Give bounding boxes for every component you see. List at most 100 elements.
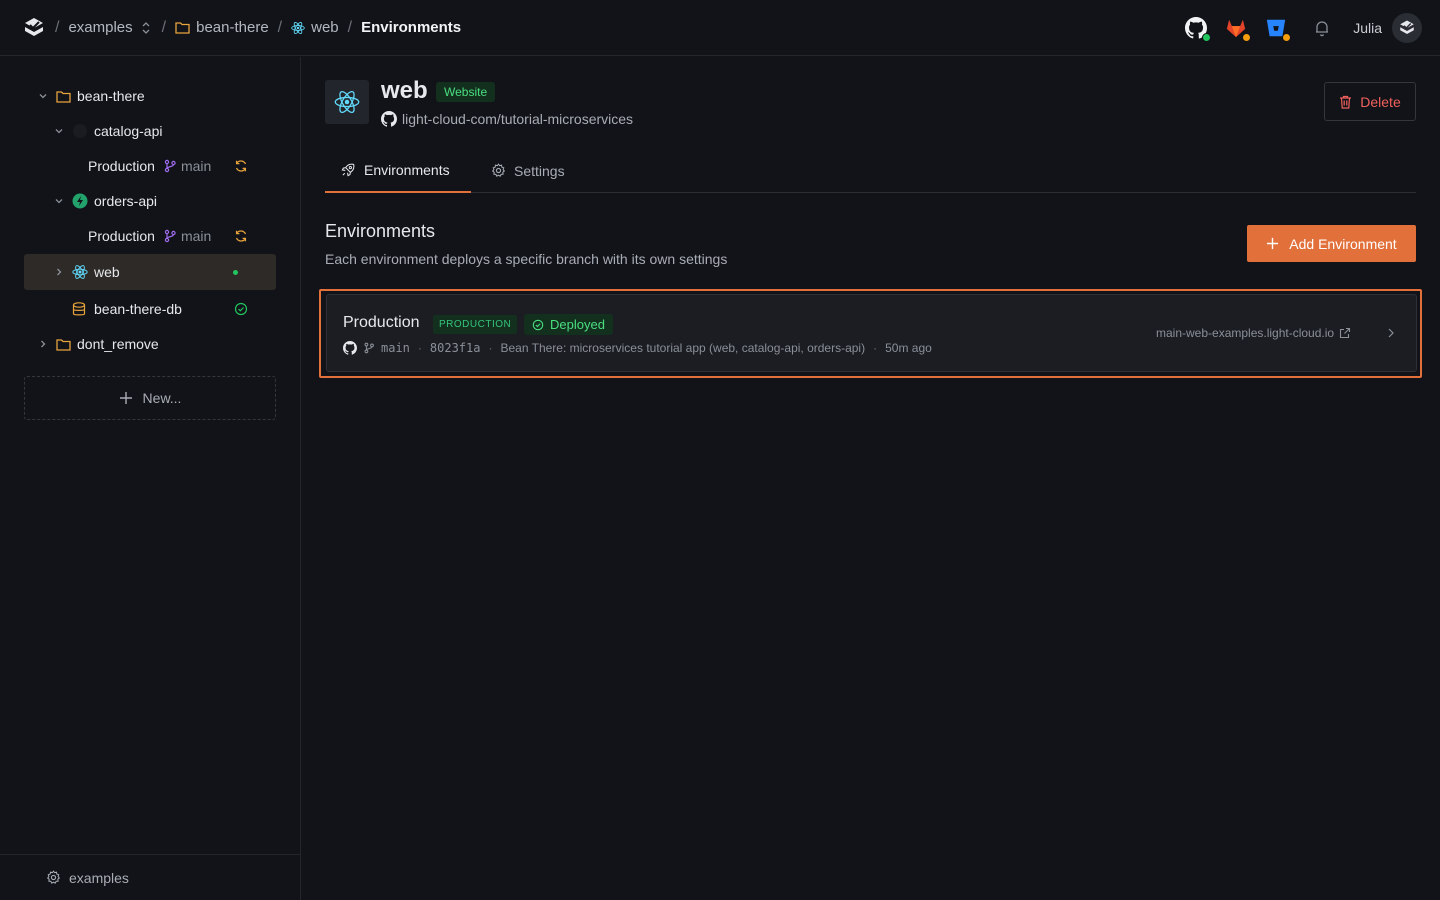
tree-item-catalog-production[interactable]: Production main bbox=[24, 148, 276, 184]
tree-item-label: bean-there bbox=[77, 88, 145, 104]
gear-icon bbox=[46, 870, 61, 885]
tree-item-project-bean-there[interactable]: bean-there bbox=[24, 78, 276, 114]
service-title: web bbox=[381, 77, 428, 104]
delete-button[interactable]: Delete bbox=[1324, 82, 1416, 121]
add-environment-button[interactable]: Add Environment bbox=[1247, 225, 1416, 262]
deploy-time: 50m ago bbox=[885, 341, 932, 355]
tree-item-label: dont_remove bbox=[77, 336, 159, 352]
react-icon bbox=[334, 89, 360, 115]
sidebar: bean-there catalog-api Production main o… bbox=[0, 57, 301, 900]
environment-url: main-web-examples.light-cloud.io bbox=[1156, 326, 1335, 340]
service-type-badge: Website bbox=[436, 82, 496, 102]
bitbucket-provider-button[interactable] bbox=[1265, 17, 1292, 42]
environment-card[interactable]: Production PRODUCTION Deployed main · 80… bbox=[326, 294, 1417, 372]
breadcrumb-separator: / bbox=[161, 18, 167, 36]
rocket-icon bbox=[341, 162, 356, 177]
organization-settings-link[interactable]: examples bbox=[0, 854, 300, 900]
bell-icon[interactable] bbox=[1313, 19, 1331, 37]
react-icon bbox=[72, 264, 88, 280]
top-bar: / examples / bean-there / web / Environm… bbox=[0, 0, 1440, 56]
connected-status-dot bbox=[1202, 33, 1212, 42]
main-content: web Website light-cloud-com/tutorial-mic… bbox=[301, 57, 1440, 900]
meta-separator: · bbox=[488, 341, 493, 355]
git-branch-icon bbox=[363, 342, 375, 354]
tab-label: Settings bbox=[514, 162, 565, 179]
tree-item-orders-production[interactable]: Production main bbox=[24, 218, 276, 254]
folder-icon bbox=[175, 21, 190, 34]
breadcrumb-separator: / bbox=[277, 18, 283, 36]
tree-item-label: orders-api bbox=[94, 193, 158, 209]
tree-item-project-dont-remove[interactable]: dont_remove bbox=[24, 326, 276, 362]
building-status-icon bbox=[234, 159, 248, 173]
tree-item-label: bean-there-db bbox=[94, 301, 182, 317]
service-avatar bbox=[325, 80, 369, 124]
github-icon bbox=[343, 341, 357, 355]
tree-item-bean-there-db[interactable]: bean-there-db bbox=[24, 291, 276, 327]
tab-settings[interactable]: Settings bbox=[475, 148, 581, 193]
chevron-down-icon[interactable] bbox=[52, 194, 66, 208]
branch: main bbox=[163, 158, 211, 174]
branch: main bbox=[163, 228, 211, 244]
new-button[interactable]: New... bbox=[24, 376, 276, 420]
gear-icon bbox=[491, 163, 506, 178]
branch-name: main bbox=[180, 158, 212, 174]
environment-url-link[interactable]: main-web-examples.light-cloud.io bbox=[1156, 326, 1351, 340]
tree-item-label: catalog-api bbox=[94, 123, 163, 139]
environment-name: Production bbox=[343, 314, 420, 331]
building-status-icon bbox=[234, 229, 248, 243]
service-icon bbox=[72, 123, 88, 139]
breadcrumb-org-switcher[interactable]: examples bbox=[68, 19, 152, 36]
check-circle-icon bbox=[532, 319, 544, 331]
tab-bar: Environments Settings bbox=[325, 148, 1416, 193]
external-link-icon bbox=[1339, 327, 1351, 339]
chevron-down-icon[interactable] bbox=[52, 124, 66, 138]
status-label: Deployed bbox=[550, 317, 605, 332]
folder-icon bbox=[56, 90, 71, 103]
user-name: Julia bbox=[1353, 20, 1382, 36]
tree-item-web[interactable]: web bbox=[24, 254, 276, 290]
deployment-meta: main · 8023f1a · Bean There: microservic… bbox=[343, 341, 932, 355]
commit-hash: 8023f1a bbox=[429, 341, 481, 355]
github-icon bbox=[381, 111, 397, 127]
breadcrumb-label: bean-there bbox=[196, 19, 269, 36]
git-branch-icon bbox=[163, 229, 177, 243]
github-provider-button[interactable] bbox=[1185, 17, 1212, 42]
breadcrumb-project[interactable]: bean-there bbox=[175, 19, 269, 36]
gitlab-provider-button[interactable] bbox=[1225, 17, 1252, 42]
top-right-actions: Julia bbox=[1185, 0, 1422, 56]
git-branch-icon bbox=[163, 159, 177, 173]
chevron-up-down-icon bbox=[139, 21, 153, 35]
active-status-dot bbox=[233, 270, 238, 275]
pending-status-dot bbox=[1282, 33, 1292, 42]
breadcrumb-separator: / bbox=[55, 18, 60, 36]
delete-label: Delete bbox=[1360, 93, 1401, 110]
branch-name: main bbox=[180, 228, 212, 244]
repository-name: light-cloud-com/tutorial-microservices bbox=[402, 111, 634, 127]
plus-icon bbox=[119, 391, 133, 405]
chevron-right-icon[interactable] bbox=[52, 265, 66, 279]
breadcrumb-service[interactable]: web bbox=[291, 19, 339, 36]
chevron-right-icon[interactable] bbox=[36, 337, 50, 351]
repository-link[interactable]: light-cloud-com/tutorial-microservices bbox=[381, 111, 633, 127]
breadcrumb-current: Environments bbox=[361, 19, 461, 36]
add-environment-label: Add Environment bbox=[1289, 235, 1397, 252]
pending-status-dot bbox=[1242, 33, 1252, 42]
user-menu[interactable]: Julia bbox=[1353, 13, 1422, 43]
logo-icon[interactable] bbox=[22, 16, 46, 40]
tree-item-label: web bbox=[94, 264, 120, 280]
tree-item-orders-api[interactable]: orders-api bbox=[24, 183, 276, 219]
tree-item-catalog-api[interactable]: catalog-api bbox=[24, 113, 276, 149]
breadcrumb-label: examples bbox=[68, 19, 133, 36]
meta-separator: · bbox=[417, 341, 422, 355]
database-icon bbox=[72, 301, 86, 317]
section-title: Environments bbox=[325, 221, 436, 241]
breadcrumb-label: web bbox=[311, 19, 339, 36]
tab-label: Environments bbox=[364, 161, 450, 178]
check-circle-icon bbox=[234, 302, 248, 316]
react-icon bbox=[291, 21, 305, 35]
chevron-down-icon[interactable] bbox=[36, 89, 50, 103]
meta-separator: · bbox=[873, 341, 878, 355]
tab-environments[interactable]: Environments bbox=[325, 148, 471, 193]
branch-name: main bbox=[381, 341, 410, 355]
avatar bbox=[1392, 13, 1422, 43]
